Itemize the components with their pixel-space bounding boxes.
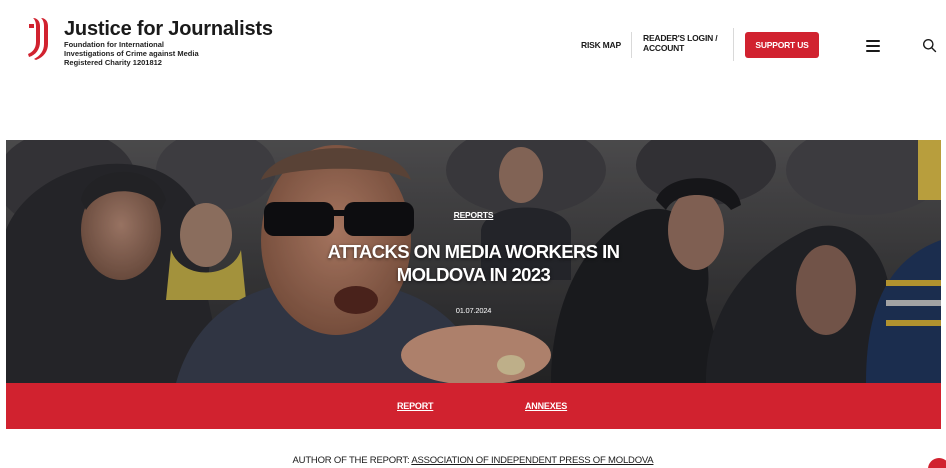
logo-subtitle-2: Investigations of Crime against Media (64, 49, 199, 58)
page-title: ATTACKS ON MEDIA WORKERS IN MOLDOVA IN 2… (6, 240, 941, 286)
nav-divider (631, 32, 632, 58)
nav-login-line2: ACCOUNT (643, 43, 685, 53)
site-header: Justice for Journalists Foundation for I… (0, 0, 946, 100)
page-title-line1: ATTACKS ON MEDIA WORKERS IN (327, 241, 620, 262)
hero-category-link[interactable]: REPORTS (6, 210, 941, 220)
tab-report[interactable]: REPORT (397, 401, 434, 411)
hamburger-menu-icon[interactable] (866, 40, 880, 52)
site-logo[interactable]: Justice for Journalists Foundation for I… (26, 16, 273, 67)
support-us-button[interactable]: SUPPORT US (745, 32, 819, 58)
nav-risk-map[interactable]: RISK MAP (581, 40, 621, 50)
page-title-line2: MOLDOVA IN 2023 (396, 264, 551, 285)
search-icon[interactable] (922, 38, 937, 53)
author-link[interactable]: ASSOCIATION OF INDEPENDENT PRESS OF MOLD… (411, 455, 653, 466)
publish-date: 01.07.2024 (455, 306, 492, 315)
nav-divider (733, 28, 734, 61)
report-tabs-bar: REPORT ANNEXES (6, 383, 941, 429)
logo-subtitle-1: Foundation for International (64, 40, 164, 49)
nav-readers-login[interactable]: READER'S LOGIN / ACCOUNT (643, 33, 723, 53)
logo-subtitle-3: Registered Charity 1201812 (64, 58, 162, 67)
tab-annexes[interactable]: ANNEXES (525, 401, 567, 411)
logo-title: Justice for Journalists (64, 18, 273, 40)
jfj-logo-icon (28, 18, 48, 60)
report-author: AUTHOR OF THE REPORT: ASSOCIATION OF IND… (0, 455, 946, 466)
hero-banner: REPORTS ATTACKS ON MEDIA WORKERS IN MOLD… (6, 140, 941, 383)
author-prefix: AUTHOR OF THE REPORT: (292, 455, 412, 466)
nav-login-line1: READER'S LOGIN / (643, 33, 718, 43)
